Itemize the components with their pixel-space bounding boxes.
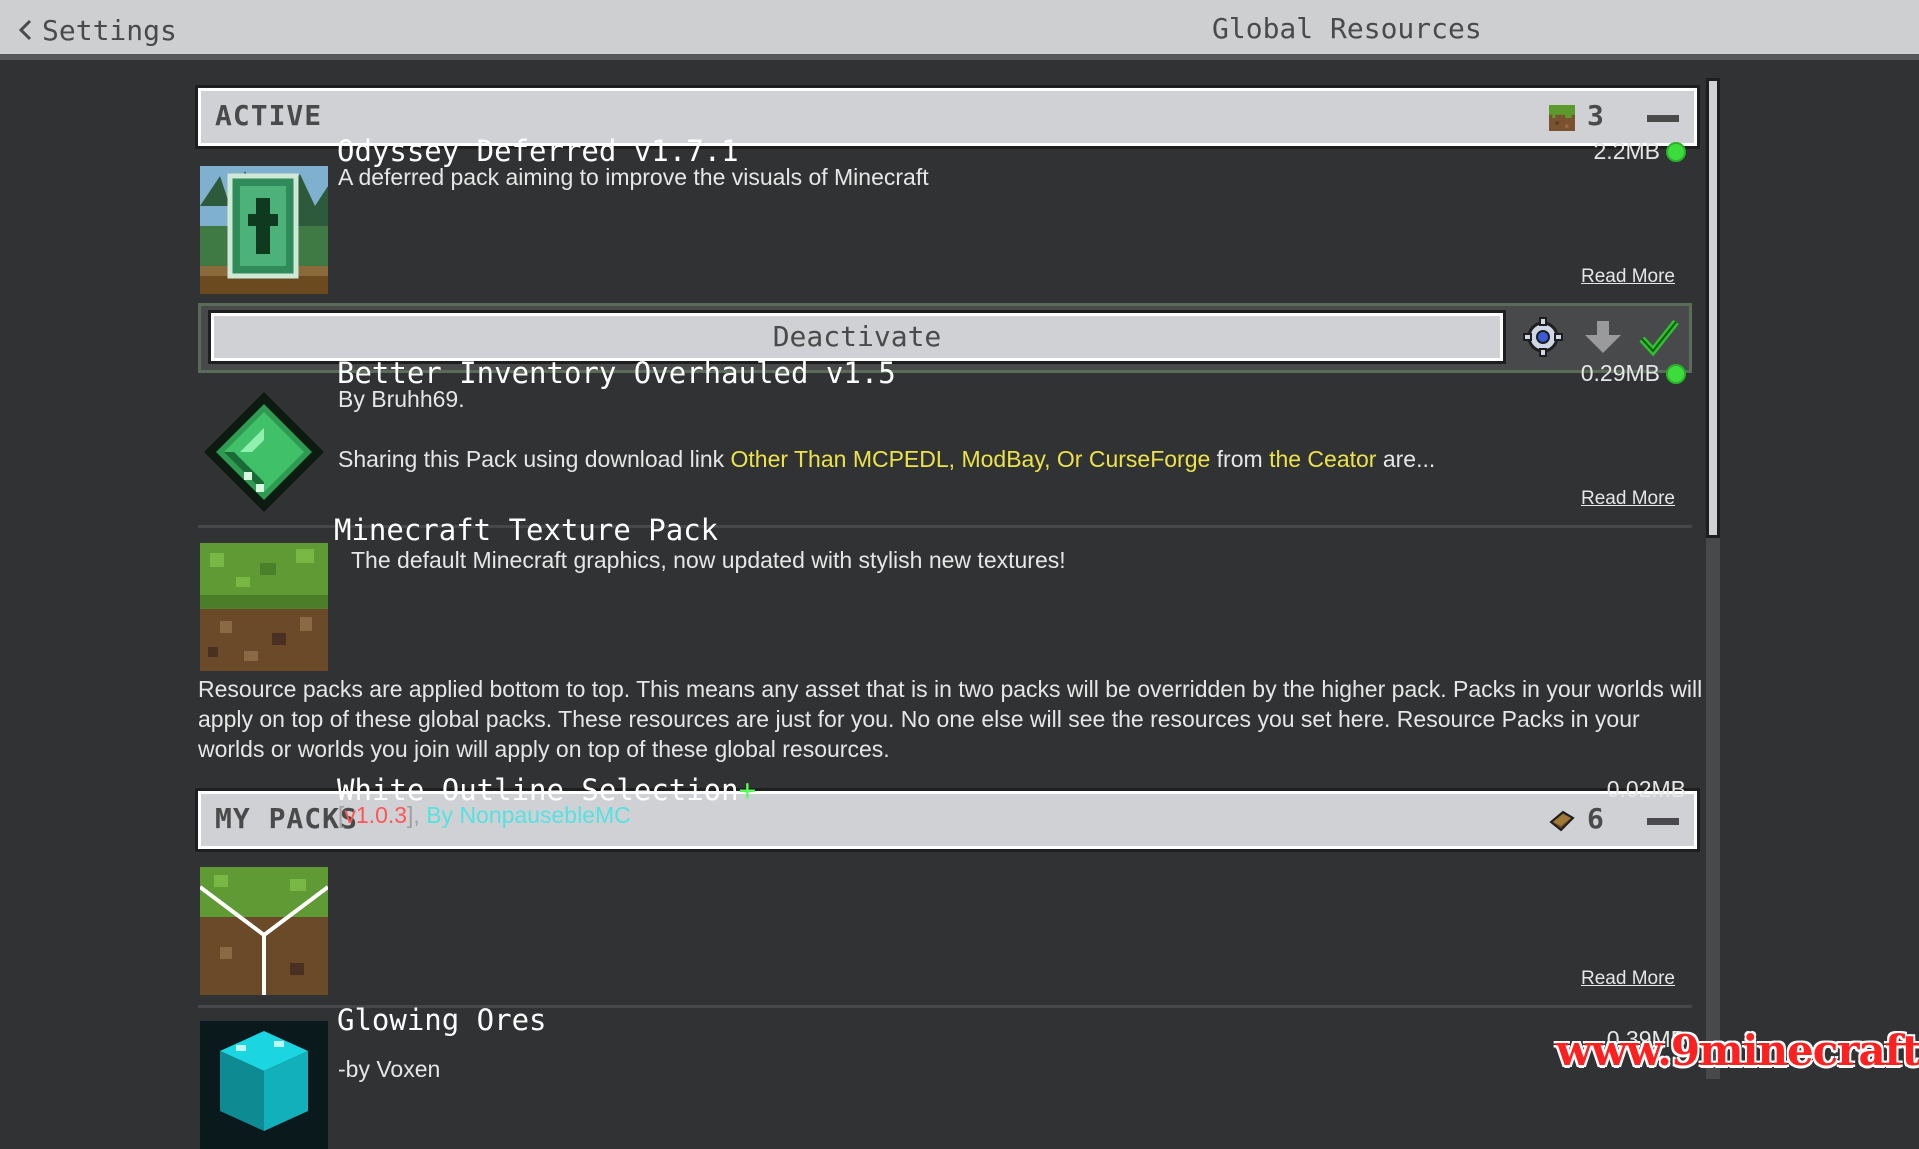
collapse-icon[interactable] bbox=[1647, 115, 1679, 122]
plus-icon: + bbox=[738, 773, 757, 807]
grass-block-icon bbox=[200, 543, 328, 671]
back-label: Settings bbox=[42, 13, 177, 47]
collapse-icon[interactable] bbox=[1647, 818, 1679, 825]
pack-description: A deferred pack aiming to improve the vi… bbox=[338, 164, 929, 190]
back-button[interactable]: Settings bbox=[18, 12, 177, 48]
scrollbar-thumb[interactable] bbox=[1706, 78, 1720, 538]
pack-size-value: 0.29MB bbox=[1580, 360, 1660, 386]
pack-size: 2.2MB bbox=[1594, 138, 1686, 165]
book-icon bbox=[1549, 810, 1575, 832]
pack-author: By Bruhh69. bbox=[338, 386, 465, 412]
pack-title: Odyssey Deferred v1.7.1 bbox=[337, 134, 739, 168]
scrollbar-track[interactable] bbox=[1706, 538, 1720, 1079]
pack-size-value: 2.2MB bbox=[1593, 138, 1660, 164]
arrow-down-icon[interactable] bbox=[1579, 313, 1627, 361]
active-status-icon bbox=[1666, 141, 1686, 162]
section-count: 6 bbox=[1587, 802, 1604, 835]
glowing-ore-icon bbox=[200, 1021, 328, 1149]
pack-description: Sharing this Pack using download link Ot… bbox=[338, 446, 1436, 472]
chevron-left-icon bbox=[18, 19, 32, 41]
odyssey-pack-icon bbox=[200, 166, 328, 294]
pack-title: Better Inventory Overhauled v1.5 bbox=[337, 356, 896, 390]
watermark: www.9minecraft.net bbox=[1556, 1026, 1919, 1075]
deactivate-button[interactable]: Deactivate bbox=[208, 310, 1506, 364]
read-more-link[interactable]: Read More bbox=[1581, 968, 1675, 990]
section-count: 3 bbox=[1587, 99, 1604, 132]
read-more-link[interactable]: Read More bbox=[1581, 488, 1675, 510]
read-more-link[interactable]: Read More bbox=[1581, 266, 1675, 288]
pack-title: Minecraft Texture Pack bbox=[334, 513, 719, 547]
resource-order-notice: Resource packs are applied bottom to top… bbox=[198, 676, 1703, 762]
resources-list: ACTIVE 3 Odyssey Deferred v1.7.1 A defer… bbox=[0, 66, 1919, 1149]
pack-description: The default Minecraft graphics, now upda… bbox=[351, 547, 1066, 573]
gear-icon[interactable] bbox=[1519, 313, 1567, 361]
pack-size-value: 0.02MB bbox=[1606, 776, 1686, 802]
active-status-icon bbox=[1666, 363, 1686, 384]
pack-title: Glowing Ores bbox=[337, 1003, 547, 1037]
pack-size: 0.29MB bbox=[1581, 360, 1686, 387]
checkmark-icon[interactable] bbox=[1635, 313, 1683, 361]
top-bar: Settings Global Resources bbox=[0, 0, 1919, 60]
outline-grass-icon bbox=[200, 867, 328, 995]
grass-block-icon bbox=[1549, 105, 1575, 131]
pack-size: 0.02MB bbox=[1607, 776, 1686, 803]
pack-author: [v1.0.3], By NonpausebleMC bbox=[338, 802, 631, 828]
section-label: ACTIVE bbox=[215, 99, 323, 132]
emerald-pack-icon bbox=[204, 392, 324, 512]
page-title: Global Resources bbox=[1212, 12, 1482, 45]
